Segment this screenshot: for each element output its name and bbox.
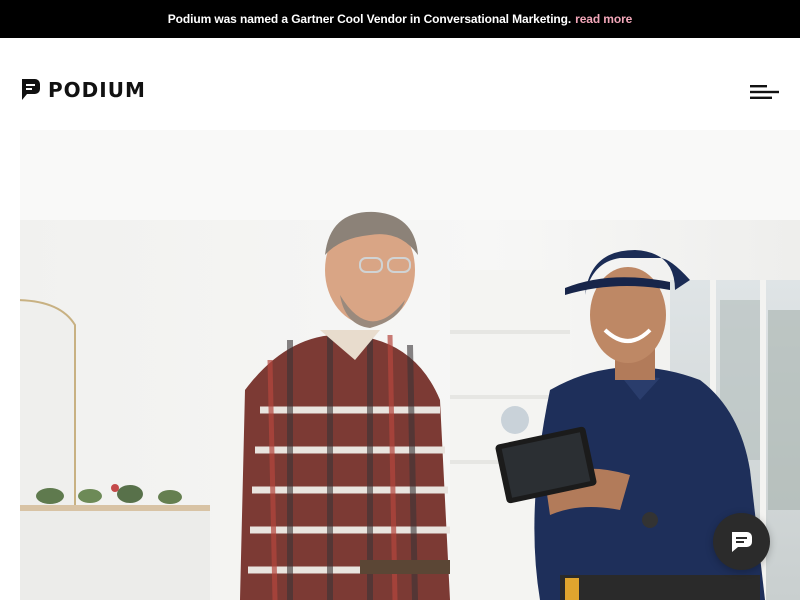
chat-bubble-icon — [731, 531, 752, 552]
banner-text: Podium was named a Gartner Cool Vendor i… — [167, 12, 572, 26]
hamburger-menu-icon[interactable] — [748, 84, 780, 100]
podium-logo[interactable]: PODIUM — [20, 78, 146, 102]
announcement-banner: Podium was named a Gartner Cool Vendor i… — [0, 0, 800, 38]
read-more-link[interactable]: read more — [575, 12, 632, 26]
hero-photo — [20, 130, 800, 600]
site-header: PODIUM — [0, 38, 800, 130]
podium-chat-logo-icon — [22, 79, 40, 100]
hero-image — [20, 130, 800, 600]
chat-widget-button[interactable] — [713, 513, 770, 570]
logo-wordmark: PODIUM — [48, 78, 146, 102]
